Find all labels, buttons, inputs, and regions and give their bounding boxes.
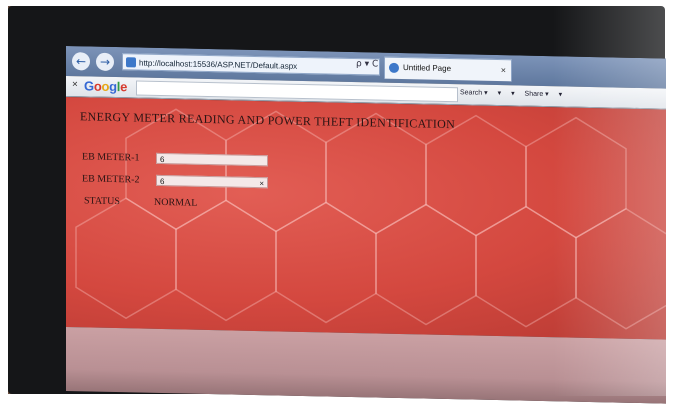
toolbar-button[interactable]: ▾: [498, 89, 502, 97]
forward-icon[interactable]: →: [96, 52, 114, 72]
address-tools[interactable]: ρ ▾ C: [356, 59, 378, 69]
back-icon[interactable]: ←: [72, 52, 90, 71]
address-url: http://localhost:15536/ASP.NET/Default.a…: [139, 58, 298, 71]
clear-icon[interactable]: ×: [259, 178, 264, 189]
meter1-value: 6: [160, 154, 165, 165]
toolbar-button[interactable]: ▾: [511, 89, 515, 97]
toolbar-search-button[interactable]: Search ▾: [460, 88, 488, 97]
meter2-input[interactable]: 6 ×: [156, 174, 268, 189]
tab-title: Untitled Page: [403, 63, 452, 74]
address-bar[interactable]: http://localhost:15536/ASP.NET/Default.a…: [122, 53, 380, 76]
toolbar-share-button[interactable]: Share ▾: [525, 90, 549, 99]
status-value: NORMAL: [154, 196, 198, 209]
google-logo: Google: [84, 78, 128, 95]
ie-page-icon: [389, 62, 399, 73]
ie-page-icon: [126, 57, 136, 68]
meter1-input[interactable]: 6: [156, 152, 268, 167]
meter2-label: EB METER-2: [82, 173, 140, 186]
meter1-label: EB METER-1: [82, 151, 140, 164]
close-icon[interactable]: ×: [501, 60, 506, 80]
tab-untitled-page[interactable]: Untitled Page ×: [384, 56, 512, 82]
screen-glare: [553, 0, 673, 396]
status-label: STATUS: [84, 195, 120, 208]
meter2-value: 6: [160, 176, 165, 187]
close-icon[interactable]: ×: [72, 79, 78, 90]
